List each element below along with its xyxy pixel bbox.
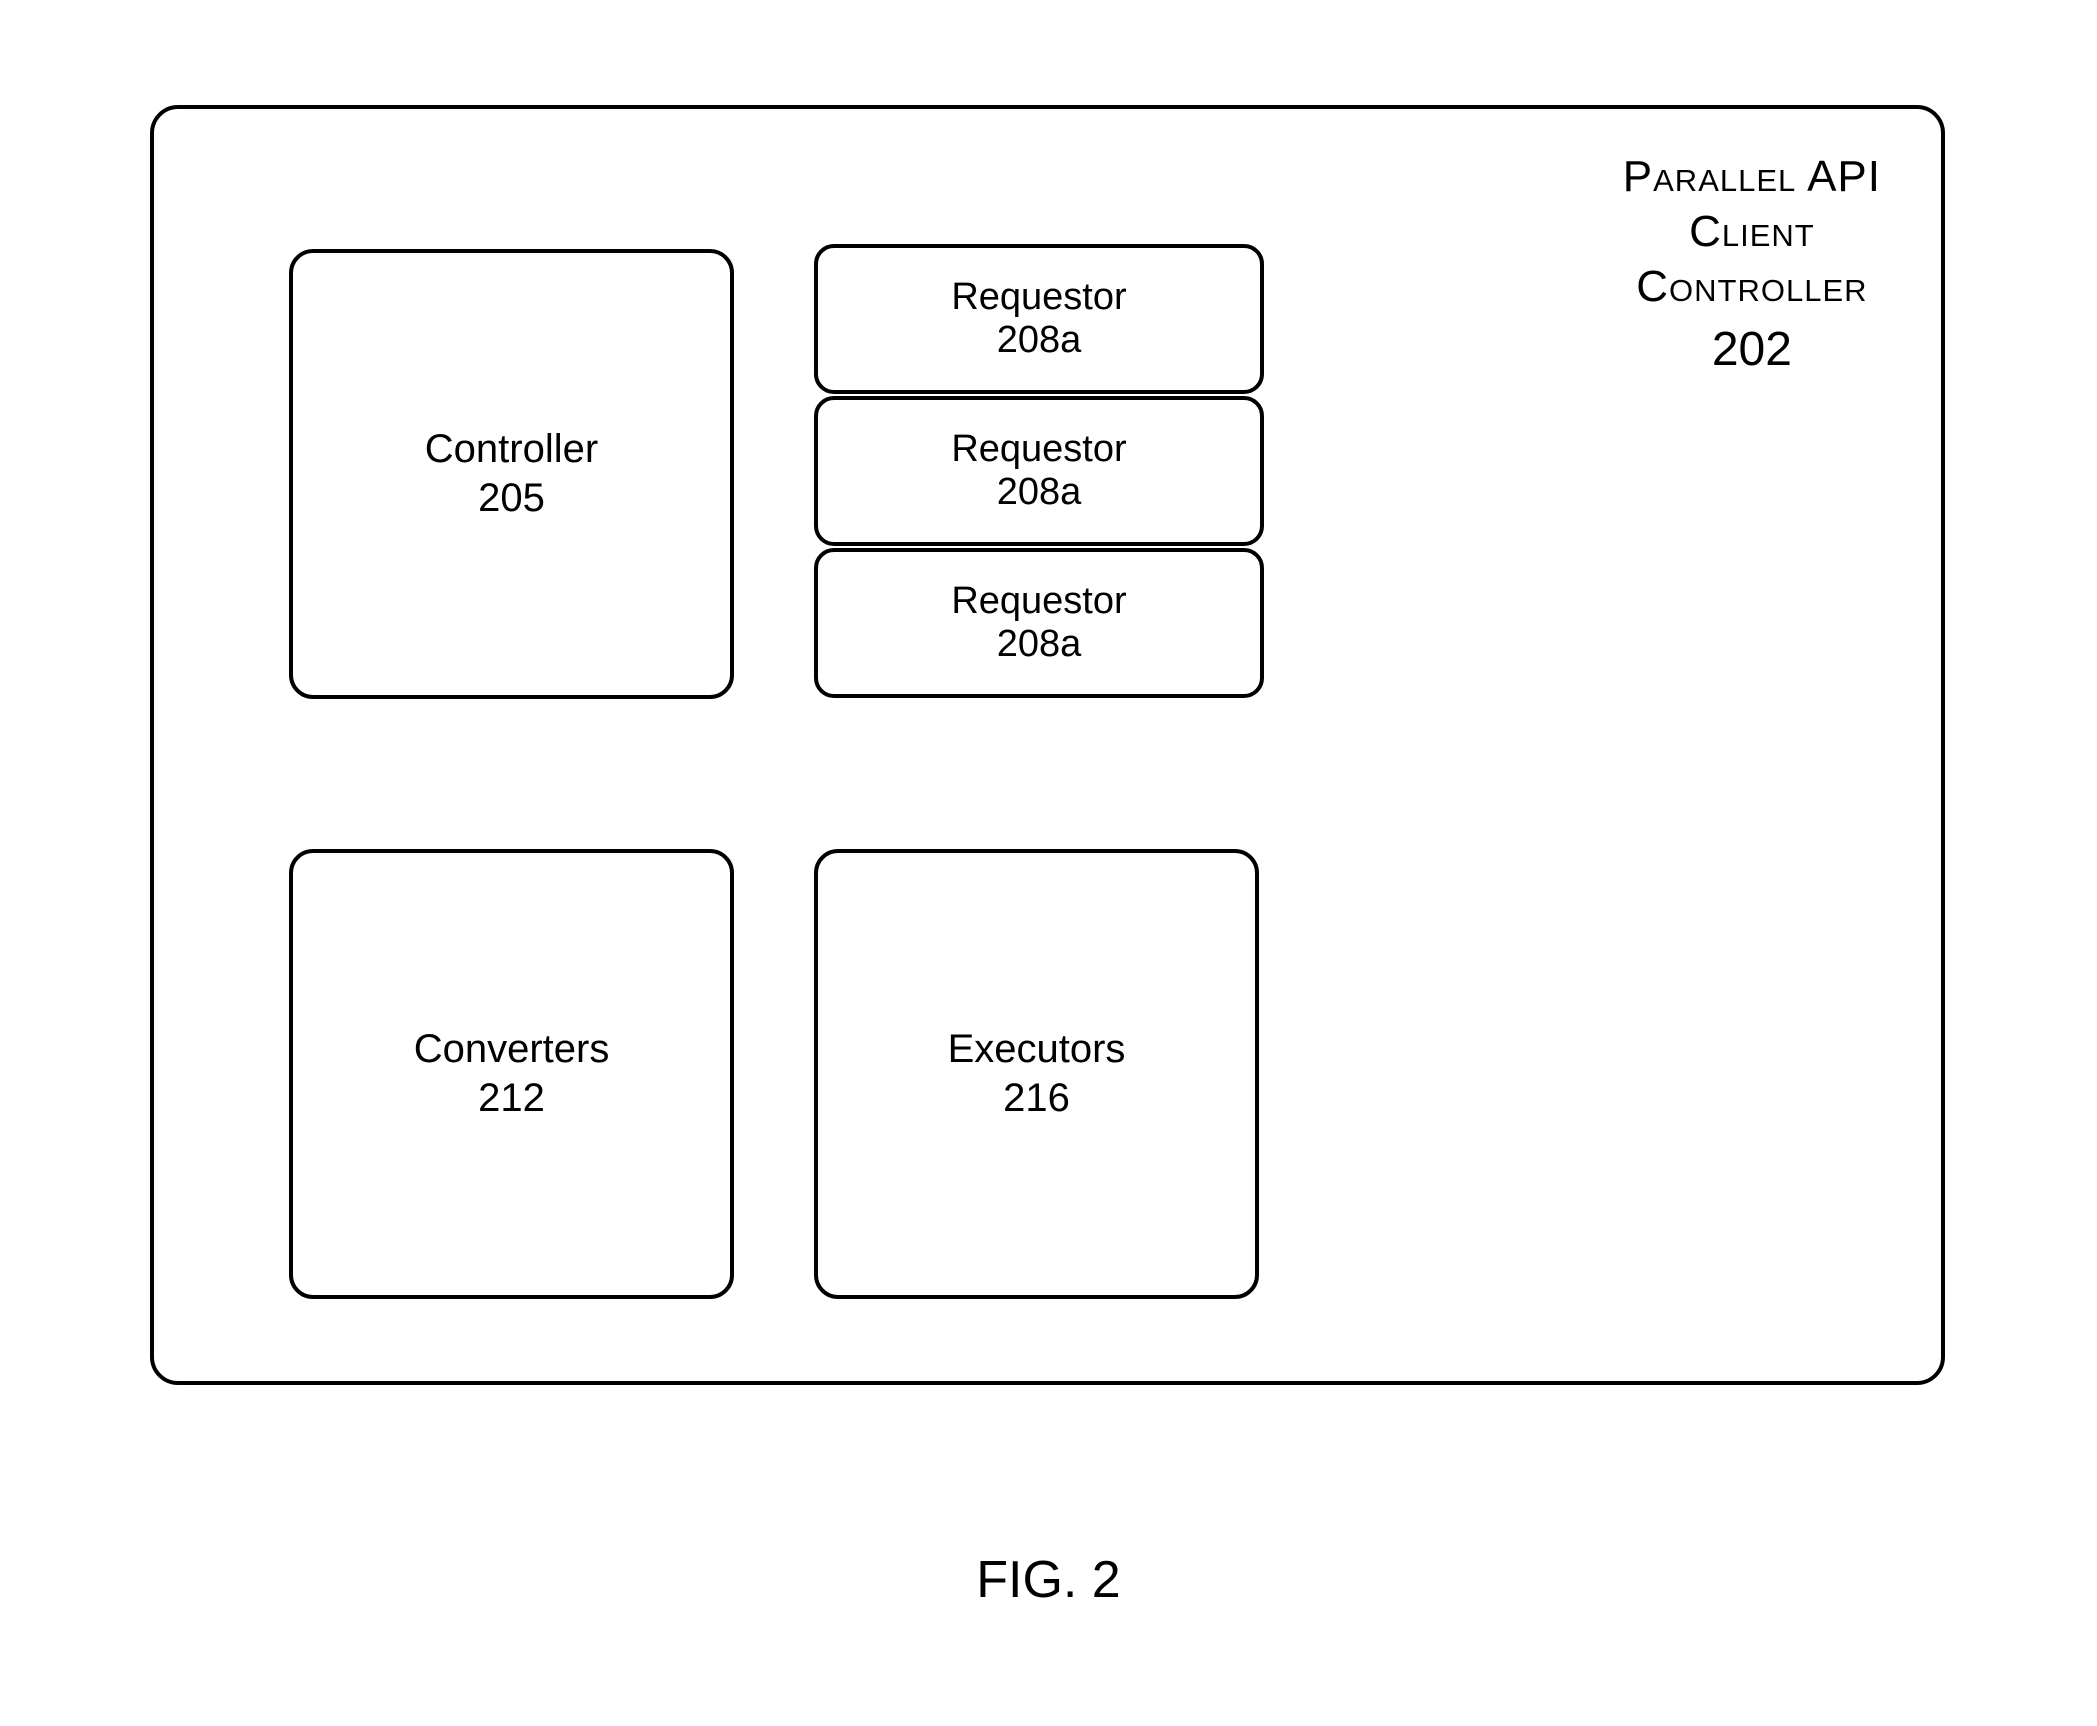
- requestor-1-number: 208a: [997, 319, 1082, 362]
- title-line-3: Controller: [1623, 259, 1881, 314]
- requestor-3-number: 208a: [997, 623, 1082, 666]
- requestor-stack: Requestor 208a Requestor 208a Requestor …: [814, 244, 1264, 698]
- requestor-2-number: 208a: [997, 471, 1082, 514]
- requestor-box-1: Requestor 208a: [814, 244, 1264, 394]
- requestor-box-3: Requestor 208a: [814, 548, 1264, 698]
- diagram-title: Parallel API Client Controller 202: [1623, 149, 1881, 380]
- converters-number: 212: [478, 1076, 545, 1121]
- parallel-api-client-controller-frame: Parallel API Client Controller 202 Contr…: [150, 105, 1945, 1385]
- requestor-1-label: Requestor: [951, 276, 1126, 319]
- title-line-1: Parallel API: [1623, 149, 1881, 204]
- executors-box: Executors 216: [814, 849, 1259, 1299]
- controller-box: Controller 205: [289, 249, 734, 699]
- figure-caption: FIG. 2: [0, 1550, 2097, 1610]
- requestor-box-2: Requestor 208a: [814, 396, 1264, 546]
- converters-label: Converters: [414, 1027, 610, 1072]
- title-reference-number: 202: [1623, 320, 1881, 380]
- requestor-3-label: Requestor: [951, 580, 1126, 623]
- controller-number: 205: [478, 476, 545, 521]
- executors-label: Executors: [948, 1027, 1126, 1072]
- title-line-2: Client: [1623, 204, 1881, 259]
- requestor-2-label: Requestor: [951, 428, 1126, 471]
- converters-box: Converters 212: [289, 849, 734, 1299]
- executors-number: 216: [1003, 1076, 1070, 1121]
- controller-label: Controller: [425, 427, 598, 472]
